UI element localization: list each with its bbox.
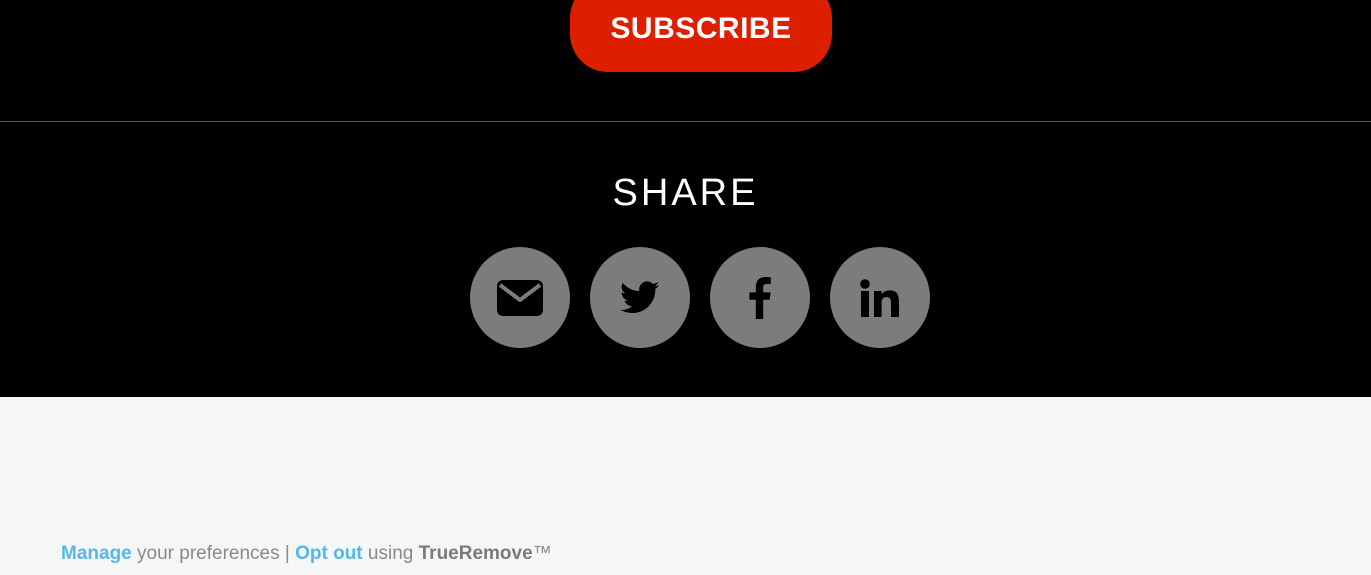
facebook-icon bbox=[749, 276, 771, 319]
share-title: SHARE bbox=[612, 172, 759, 214]
linkedin-icon bbox=[860, 278, 899, 317]
email-icon bbox=[497, 279, 543, 316]
share-facebook-button[interactable] bbox=[710, 247, 810, 348]
optout-text: using bbox=[362, 543, 419, 564]
brand-name: TrueRemove bbox=[418, 543, 533, 564]
share-icons bbox=[470, 247, 930, 348]
optout-link[interactable]: Opt out bbox=[295, 543, 363, 564]
share-section: SUBSCRIBE SHARE bbox=[0, 0, 1371, 397]
manage-text: your preferences | bbox=[131, 543, 296, 564]
share-linkedin-button[interactable] bbox=[830, 247, 930, 348]
trademark-symbol: ™ bbox=[532, 543, 552, 564]
divider bbox=[0, 121, 1371, 122]
subscribe-button[interactable]: SUBSCRIBE bbox=[570, 0, 832, 72]
twitter-icon bbox=[620, 280, 660, 313]
share-twitter-button[interactable] bbox=[590, 247, 690, 348]
manage-link[interactable]: Manage bbox=[61, 543, 132, 564]
footer-text: Manage your preferences | Opt out using … bbox=[61, 543, 552, 565]
share-email-button[interactable] bbox=[470, 247, 570, 348]
